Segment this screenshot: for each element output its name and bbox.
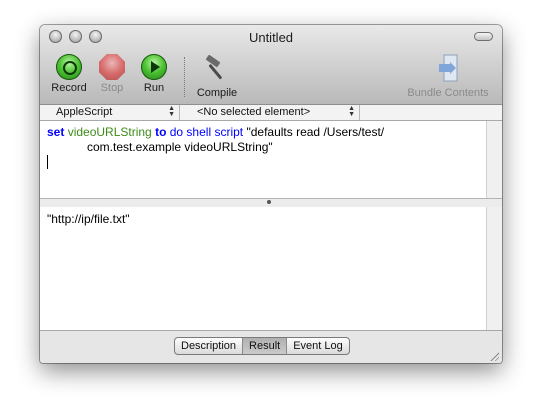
stop-icon bbox=[99, 54, 125, 80]
tab-result[interactable]: Result bbox=[243, 338, 288, 354]
bottom-bar: Description Result Event Log bbox=[40, 330, 502, 363]
language-value: AppleScript bbox=[56, 106, 113, 118]
result-pane[interactable]: "http://ip/file.txt" bbox=[40, 207, 486, 330]
window-title: Untitled bbox=[248, 30, 294, 45]
script-code: set videoURLString to do shell script "d… bbox=[47, 125, 477, 155]
resize-grip-icon[interactable] bbox=[489, 351, 499, 361]
popup-arrows-icon: ▲ ▼ bbox=[168, 105, 175, 118]
stop-label: Stop bbox=[100, 82, 124, 94]
toolbar-separator bbox=[184, 57, 185, 97]
run-button[interactable]: Run bbox=[139, 54, 169, 94]
element-popup[interactable]: <No selected element> ▲ ▼ bbox=[180, 105, 358, 120]
keyword-to: to bbox=[155, 125, 167, 139]
pane-tab-selector: Description Result Event Log bbox=[174, 337, 350, 355]
script-editor-window: Untitled Record Stop Run Compile Bundle … bbox=[40, 25, 502, 363]
bundle-contents-button[interactable]: Bundle Contents bbox=[402, 54, 494, 99]
text-cursor bbox=[47, 155, 48, 169]
bundle-contents-icon bbox=[439, 54, 458, 82]
popup-arrows-icon: ▲ ▼ bbox=[348, 105, 355, 118]
hammer-icon bbox=[205, 54, 222, 80]
record-button[interactable]: Record bbox=[49, 54, 89, 94]
compile-button[interactable]: Compile bbox=[193, 54, 241, 99]
variable-name: videoURLString bbox=[67, 125, 152, 139]
editor-scrollbar[interactable] bbox=[486, 121, 502, 198]
run-icon bbox=[141, 54, 167, 80]
command-name: do shell script bbox=[169, 125, 244, 139]
keyword-set: set bbox=[47, 125, 65, 139]
record-label: Record bbox=[51, 82, 87, 94]
tab-event-log[interactable]: Event Log bbox=[287, 338, 349, 354]
titlebar-toolbar: Untitled Record Stop Run Compile Bundle … bbox=[40, 25, 502, 105]
string-literal-line1: "defaults read /Users/test/ bbox=[246, 125, 385, 139]
string-literal-line2: com.test.example videoURLString" bbox=[87, 140, 273, 154]
run-label: Run bbox=[143, 82, 165, 94]
tab-description[interactable]: Description bbox=[175, 338, 244, 354]
navigation-bar: AppleScript ▲ ▼ <No selected element> ▲ ▼ bbox=[40, 105, 502, 121]
bundle-contents-label: Bundle Contents bbox=[407, 87, 489, 99]
splitter-handle-icon[interactable] bbox=[267, 200, 271, 204]
compile-label: Compile bbox=[196, 87, 238, 99]
stop-button[interactable]: Stop bbox=[97, 54, 127, 94]
record-icon bbox=[56, 54, 82, 80]
navbar-divider bbox=[359, 105, 360, 120]
toolbar-toggle-icon[interactable] bbox=[474, 32, 493, 41]
script-editor[interactable]: set videoURLString to do shell script "d… bbox=[40, 121, 486, 198]
language-popup[interactable]: AppleScript ▲ ▼ bbox=[44, 105, 178, 120]
result-text: "http://ip/file.txt" bbox=[47, 212, 130, 226]
result-scrollbar[interactable] bbox=[486, 207, 502, 330]
element-value: <No selected element> bbox=[197, 106, 311, 118]
